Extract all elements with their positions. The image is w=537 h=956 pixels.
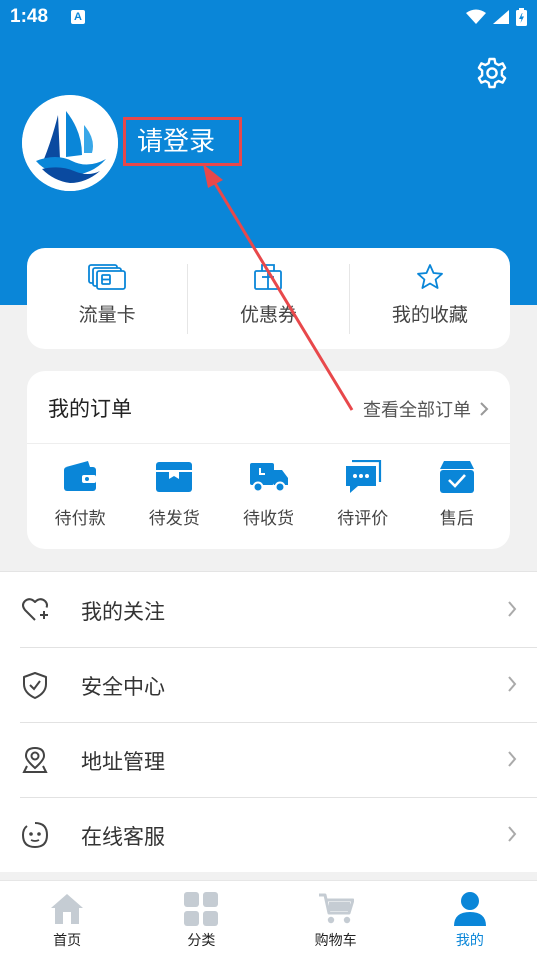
cart-icon — [318, 893, 354, 924]
truck-icon — [249, 463, 288, 493]
quick-link-label: 流量卡 — [78, 304, 136, 326]
orders-header: 我的订单 查看全部订单 — [27, 371, 510, 444]
order-status-pending-payment[interactable]: 待付款 — [33, 444, 127, 529]
grid-icon — [184, 892, 219, 926]
quick-link-coupon[interactable]: 优惠券 — [188, 248, 348, 349]
menu-item-address[interactable]: 地址管理 — [0, 722, 537, 797]
order-status-to-review[interactable]: 待评价 — [316, 444, 410, 529]
settings-menu: 我的关注 安全中心 地址管理 在线客服 — [0, 571, 537, 872]
wifi-icon — [466, 9, 486, 24]
order-status-label: 待评价 — [337, 509, 389, 529]
quick-link-label: 优惠券 — [239, 304, 297, 326]
order-status-after-sales[interactable]: 售后 — [410, 444, 504, 529]
view-all-orders-label: 查看全部订单 — [363, 400, 471, 421]
quick-link-favorites[interactable]: 我的收藏 — [350, 248, 510, 349]
tab-label: 分类 — [187, 933, 216, 949]
notification-icon: A — [71, 10, 85, 24]
order-status-to-receive[interactable]: 待收货 — [221, 444, 315, 529]
status-bar: 1:48 A — [0, 0, 537, 36]
orders-title: 我的订单 — [48, 397, 132, 421]
wallet-icon — [64, 461, 97, 491]
star-icon — [416, 264, 443, 289]
avatar[interactable] — [22, 95, 118, 191]
battery-icon — [516, 8, 527, 26]
signal-icon — [493, 10, 509, 24]
sailboat-logo-icon — [22, 95, 118, 191]
quick-link-sim-card[interactable]: 流量卡 — [27, 248, 187, 349]
chevron-right-icon — [508, 601, 517, 617]
quick-link-label: 我的收藏 — [391, 304, 468, 326]
chat-face-icon — [21, 822, 49, 849]
order-status-label: 售后 — [439, 509, 474, 529]
orders-card: 我的订单 查看全部订单 待付款 待发货 待收货 待评价 售后 — [27, 371, 510, 549]
tab-cart[interactable]: 购物车 — [269, 881, 403, 956]
tab-label: 购物车 — [314, 933, 357, 949]
menu-item-label: 我的关注 — [81, 600, 165, 624]
after-sales-icon — [439, 461, 474, 493]
tab-home[interactable]: 首页 — [0, 881, 134, 956]
tab-label: 我的 — [455, 933, 484, 949]
tab-categories[interactable]: 分类 — [134, 881, 268, 956]
comment-icon — [345, 460, 381, 493]
status-icons — [466, 8, 527, 26]
coupon-icon — [254, 264, 283, 290]
box-icon — [156, 462, 193, 492]
menu-item-label: 安全中心 — [81, 675, 165, 699]
chevron-right-icon — [508, 826, 517, 842]
order-status-label: 待付款 — [54, 509, 106, 529]
quick-links-card: 流量卡 优惠券 我的收藏 — [27, 248, 510, 349]
view-all-orders-link[interactable]: 查看全部订单 — [363, 396, 489, 422]
order-status-to-ship[interactable]: 待发货 — [127, 444, 221, 529]
location-pin-icon — [22, 746, 48, 773]
home-icon — [51, 894, 84, 924]
settings-gear-icon[interactable] — [475, 56, 509, 90]
order-status-label: 待收货 — [243, 509, 294, 529]
tab-label: 首页 — [53, 933, 82, 949]
menu-item-security[interactable]: 安全中心 — [0, 647, 537, 722]
highlight-box — [123, 117, 242, 166]
menu-item-label: 在线客服 — [81, 825, 165, 849]
shield-check-icon — [23, 672, 47, 699]
chevron-right-icon — [480, 402, 489, 416]
chevron-right-icon — [508, 751, 517, 767]
menu-item-following[interactable]: 我的关注 — [0, 572, 537, 647]
user-icon — [453, 892, 486, 926]
chevron-right-icon — [508, 676, 517, 692]
heart-plus-icon — [22, 598, 48, 621]
menu-item-label: 地址管理 — [81, 750, 165, 774]
menu-item-customer-service[interactable]: 在线客服 — [0, 797, 537, 872]
sim-card-icon — [88, 264, 127, 290]
tab-mine[interactable]: 我的 — [403, 881, 537, 956]
bottom-tab-bar: 首页 分类 购物车 我的 — [0, 880, 537, 956]
order-status-label: 待发货 — [148, 509, 200, 529]
status-time: 1:48 — [10, 6, 49, 27]
